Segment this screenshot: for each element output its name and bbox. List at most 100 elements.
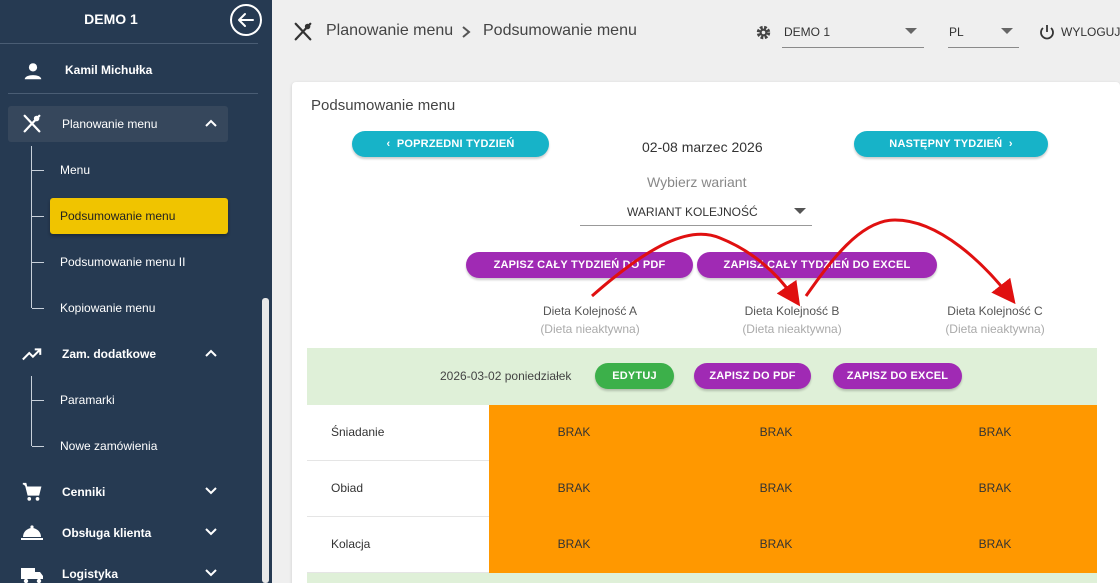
save-week-pdf-button[interactable]: ZAPISZ CAŁY TYDZIEŃ DO PDF [466, 252, 693, 278]
meal-cell[interactable]: BRAK [726, 425, 826, 439]
meal-cells: BRAK BRAK BRAK [489, 517, 1097, 573]
chevron-down-icon [205, 528, 217, 536]
sidebar-sub-label: Podsumowanie menu [60, 209, 176, 223]
day-date: 2026-03-02 poniedziałek [440, 369, 572, 383]
sidebar-sub-label: Paramarki [60, 393, 115, 407]
meal-cells: BRAK BRAK BRAK [489, 461, 1097, 517]
sidebar-sub-kopiowanie-menu[interactable]: Kopiowanie menu [50, 290, 228, 326]
meal-cell[interactable]: BRAK [726, 537, 826, 551]
meal-name: Obiad [331, 481, 364, 495]
diet-column-header: Dieta Kolejność A (Dieta nieaktywna) [490, 304, 690, 336]
sidebar-scrollbar[interactable] [262, 298, 269, 583]
sidebar-item-logistyka[interactable]: Logistyka [8, 556, 228, 583]
user-name: Kamil Michułka [65, 63, 153, 77]
person-icon [24, 63, 42, 80]
cutlery-icon [294, 22, 312, 41]
gear-icon [756, 25, 771, 40]
meal-cell[interactable]: BRAK [945, 481, 1045, 495]
variant-select-value: WARIANT KOLEJNOŚĆ [627, 205, 758, 219]
diet-name: Dieta Kolejność B [744, 304, 840, 318]
cart-icon [22, 482, 42, 501]
sidebar-sub-podsumowanie-menu[interactable]: Podsumowanie menu [50, 198, 228, 234]
diet-status: (Dieta nieaktywna) [540, 322, 640, 336]
variant-select[interactable]: WARIANT KOLEJNOŚĆ [580, 198, 812, 226]
sidebar-sub-label: Nowe zamówienia [60, 439, 158, 453]
meal-cell[interactable]: BRAK [524, 537, 624, 551]
next-week-button[interactable]: NASTĘPNY TYDZIEŃ › [854, 131, 1048, 157]
meal-row: Obiad BRAK BRAK BRAK [307, 461, 1097, 517]
chevron-up-icon [205, 349, 217, 357]
chevron-right-icon: › [1002, 138, 1013, 150]
power-icon [1040, 25, 1054, 40]
page-title: Podsumowanie menu [311, 97, 456, 114]
previous-week-button[interactable]: ‹ POPRZEDNI TYDZIEŃ [352, 131, 549, 157]
chevron-up-icon [205, 119, 217, 127]
sidebar: DEMO 1 Kamil Michułka Planowanie menu Me… [0, 0, 272, 583]
diet-status: (Dieta nieaktywna) [742, 322, 842, 336]
meal-cell[interactable]: BRAK [945, 425, 1045, 439]
top-bar: Planowanie menu Podsumowanie menu DEMO 1… [272, 0, 1120, 64]
sidebar-sub-nowe-zamowienia[interactable]: Nowe zamówienia [50, 428, 228, 464]
cloche-icon [21, 525, 43, 540]
sidebar-sub-menu[interactable]: Menu [50, 152, 228, 188]
save-day-excel-button[interactable]: ZAPISZ DO EXCEL [833, 363, 962, 389]
save-day-pdf-button[interactable]: ZAPISZ DO PDF [694, 363, 811, 389]
sidebar-sub-label: Menu [60, 163, 91, 177]
next-day-header-row [307, 573, 1097, 583]
edit-day-button[interactable]: EDYTUJ [595, 363, 674, 389]
sidebar-item-label: Zam. dodatkowe [62, 347, 157, 361]
sidebar-item-label: Obsługa klienta [62, 526, 152, 540]
truck-icon [21, 568, 43, 583]
next-week-label: NASTĘPNY TYDZIEŃ [889, 138, 1003, 150]
sidebar-item-label: Planowanie menu [62, 117, 158, 131]
meal-cells: BRAK BRAK BRAK [489, 405, 1097, 461]
chevron-left-icon: ‹ [386, 138, 397, 150]
sidebar-item-obsluga-klienta[interactable]: Obsługa klienta [8, 515, 228, 551]
breadcrumb-planowanie-menu[interactable]: Planowanie menu [326, 22, 453, 40]
diet-name: Dieta Kolejność A [542, 304, 638, 318]
sidebar-item-cenniki[interactable]: Cenniki [8, 474, 228, 510]
diet-column-header: Dieta Kolejność B (Dieta nieaktywna) [692, 304, 892, 336]
meal-cell[interactable]: BRAK [945, 537, 1045, 551]
previous-week-label: POPRZEDNI TYDZIEŃ [396, 138, 515, 150]
dropdown-arrow-icon [1001, 28, 1013, 34]
user-profile[interactable]: Kamil Michułka [8, 50, 258, 94]
dropdown-arrow-icon [794, 208, 806, 214]
diet-name: Dieta Kolejność C [947, 304, 1043, 318]
dropdown-arrow-icon [905, 28, 917, 34]
meal-name: Kolacja [331, 537, 371, 551]
meal-cell[interactable]: BRAK [524, 481, 624, 495]
variant-label: Wybierz wariant [647, 174, 747, 190]
sidebar-sub-label: Podsumowanie menu II [60, 255, 186, 269]
sidebar-item-label: Logistyka [62, 567, 119, 581]
chevron-down-icon [205, 487, 217, 495]
sidebar-header: DEMO 1 [0, 0, 258, 44]
sidebar-sub-podsumowanie-menu-ii[interactable]: Podsumowanie menu II [50, 244, 228, 280]
meal-row: Śniadanie BRAK BRAK BRAK [307, 405, 1097, 461]
chevron-right-icon [462, 26, 471, 38]
tree-line [31, 376, 32, 446]
trending-up-icon [22, 348, 42, 361]
logout-button[interactable]: WYLOGUJ [1061, 25, 1120, 39]
diet-column-header: Dieta Kolejność C (Dieta nieaktywna) [895, 304, 1095, 336]
org-select[interactable]: DEMO 1 [784, 25, 830, 39]
cutlery-icon [23, 114, 41, 133]
meal-row: Kolacja BRAK BRAK BRAK [307, 517, 1097, 573]
breadcrumb-podsumowanie-menu: Podsumowanie menu [483, 22, 637, 39]
sidebar-item-planowanie-menu[interactable]: Planowanie menu [8, 106, 228, 142]
save-week-excel-button[interactable]: ZAPISZ CAŁY TYDZIEŃ DO EXCEL [697, 252, 937, 278]
arrow-left-icon [238, 13, 254, 27]
meal-cell[interactable]: BRAK [524, 425, 624, 439]
meal-name: Śniadanie [331, 425, 385, 439]
collapse-sidebar-button[interactable] [230, 4, 262, 36]
chevron-down-icon [205, 569, 217, 577]
sidebar-sub-label: Kopiowanie menu [60, 301, 156, 315]
sidebar-title: DEMO 1 [84, 11, 138, 27]
sidebar-item-label: Cenniki [62, 485, 106, 499]
language-select[interactable]: PL [949, 25, 964, 39]
diet-status: (Dieta nieaktywna) [945, 322, 1045, 336]
sidebar-item-zam-dodatkowe[interactable]: Zam. dodatkowe [8, 336, 228, 372]
week-range: 02-08 marzec 2026 [642, 139, 763, 155]
sidebar-sub-paramarki[interactable]: Paramarki [50, 382, 228, 418]
meal-cell[interactable]: BRAK [726, 481, 826, 495]
